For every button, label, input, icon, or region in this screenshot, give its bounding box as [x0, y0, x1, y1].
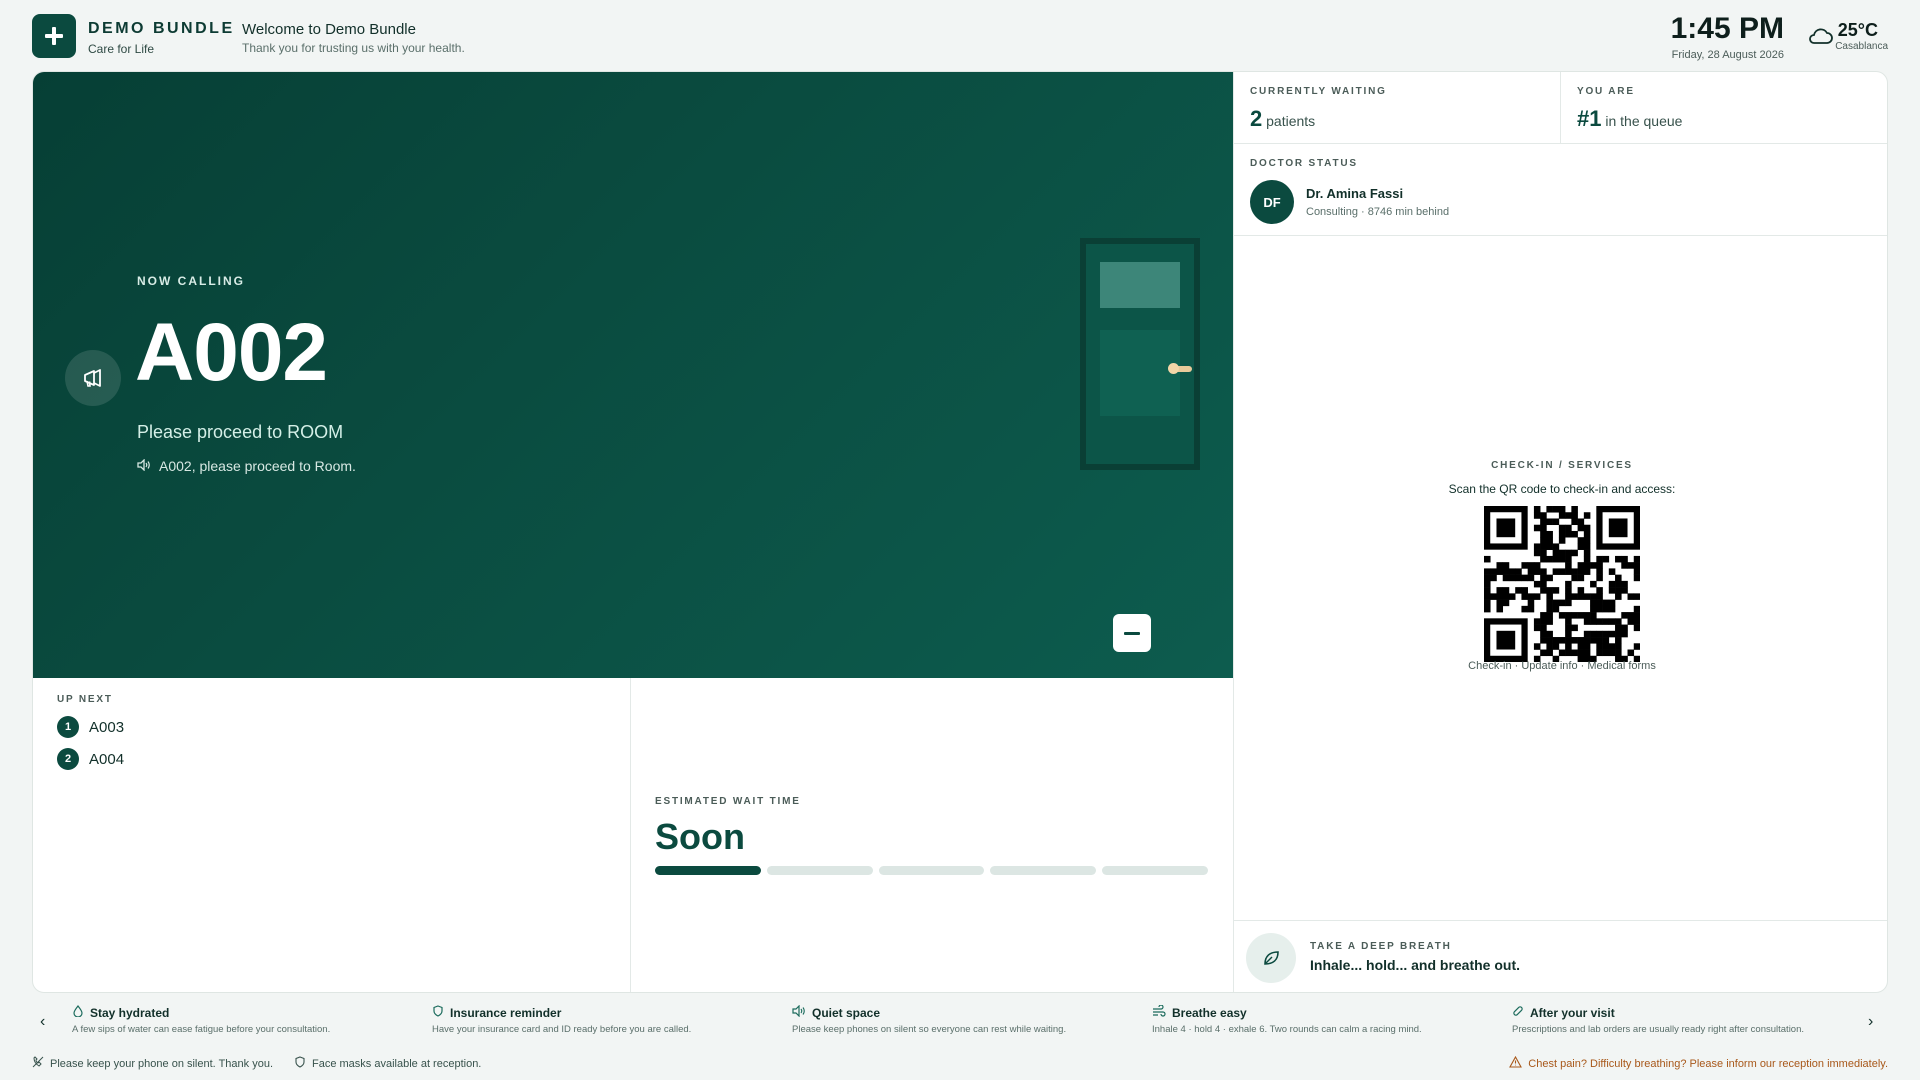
- tip-text: Have your insurance card and ID ready be…: [432, 1024, 692, 1035]
- queue-position: #1: [1577, 106, 1602, 131]
- qr-code-icon[interactable]: [1484, 506, 1640, 662]
- wait-time-panel: ESTIMATED WAIT TIME Soon: [631, 678, 1233, 992]
- phone-notice: Please keep your phone on silent. Thank …: [32, 1056, 273, 1071]
- tip-text: Please keep phones on silent so everyone…: [792, 1024, 1067, 1035]
- room-instruction: Please proceed to ROOM: [137, 422, 344, 442]
- shield-icon: [294, 1056, 306, 1071]
- avatar: DF: [1250, 180, 1294, 224]
- waiting-count-box: CURRENTLY WAITING 2 patients: [1234, 72, 1561, 144]
- tip-text: Prescriptions and lab orders are usually…: [1512, 1024, 1805, 1035]
- waiting-unit: patients: [1266, 113, 1316, 129]
- temperature: 25°C: [1837, 20, 1878, 40]
- header: DEMO BUNDLE Care for Life Welcome to Dem…: [32, 12, 1888, 61]
- plus-logo-icon: [32, 14, 76, 58]
- wind-icon: [1152, 1004, 1166, 1020]
- tip-title: Insurance reminder: [450, 1005, 562, 1020]
- tip-title: Quiet space: [812, 1005, 881, 1020]
- tip-title: After your visit: [1530, 1005, 1615, 1020]
- wait-progress-segment: [878, 866, 985, 875]
- info-column: CURRENTLY WAITING 2 patients YOU ARE #1 …: [1233, 72, 1887, 992]
- tip-item: Quiet space Please keep phones on silent…: [792, 1004, 1132, 1035]
- waiting-label: CURRENTLY WAITING: [1250, 86, 1387, 97]
- date: Friday, 28 August 2026: [1671, 49, 1784, 61]
- welcome-subtitle: Thank you for trusting us with your heal…: [242, 41, 465, 55]
- position-value: #1 in the queue: [1577, 106, 1682, 132]
- position-badge: 1: [57, 716, 79, 738]
- chevron-left-icon[interactable]: ‹: [40, 1013, 45, 1031]
- wait-progress-segment: [766, 866, 873, 875]
- position-badge: 2: [57, 748, 79, 770]
- city: Casablanca: [1835, 41, 1888, 52]
- wait-progress-segment: [1102, 866, 1208, 875]
- tip-title: Stay hydrated: [90, 1005, 170, 1020]
- waiting-count: 2: [1250, 106, 1263, 131]
- brand-name: DEMO BUNDLE: [88, 20, 235, 37]
- tips-carousel: ‹ Stay hydrated A few sips of water can …: [32, 1003, 1888, 1043]
- queue-position-box: YOU ARE #1 in the queue: [1561, 72, 1887, 144]
- waiting-value: 2 patients: [1250, 106, 1315, 132]
- checkin-box: CHECK-IN / SERVICES Scan the QR code to …: [1234, 236, 1887, 830]
- doctor-name: Dr. Amina Fassi: [1306, 186, 1404, 201]
- audio-text: A002, please proceed to Room.: [159, 458, 356, 474]
- cloud-icon: [1807, 26, 1833, 51]
- wait-time-value: Soon: [655, 816, 745, 857]
- tip-item: Insurance reminder Have your insurance c…: [432, 1005, 772, 1035]
- now-calling-label: NOW CALLING: [137, 274, 245, 288]
- warning-icon: [1509, 1055, 1523, 1071]
- silent-phone-icon: [32, 1056, 44, 1071]
- breath-label: TAKE A DEEP BREATH: [1310, 941, 1452, 952]
- mask-notice: Face masks available at reception.: [294, 1056, 481, 1071]
- wait-progress-segment: [655, 866, 761, 875]
- main-card: NOW CALLING A002 Please proceed to ROOM …: [32, 71, 1888, 993]
- door-illustration: [1080, 238, 1200, 470]
- tip-item: Breathe easy Inhale 4 · hold 4 · exhale …: [1152, 1004, 1492, 1035]
- list-item: 1 A003: [57, 716, 124, 738]
- tip-item: After your visit Prescriptions and lab o…: [1512, 1005, 1852, 1036]
- wait-progress: [655, 866, 1208, 875]
- clock: 1:45 PM: [1670, 12, 1784, 45]
- wait-progress-segment: [990, 866, 1097, 875]
- speaker-icon: [792, 1004, 806, 1020]
- doctor-status-box: DOCTOR STATUS DF Dr. Amina Fassi Consult…: [1234, 144, 1887, 236]
- leaf-icon: [1246, 933, 1296, 983]
- ticket-number: A003: [89, 718, 125, 736]
- now-calling-number: A002: [135, 307, 328, 398]
- water-drop-icon: [72, 1005, 84, 1020]
- shield-icon: [432, 1005, 444, 1020]
- tip-text: A few sips of water can ease fatigue bef…: [72, 1024, 331, 1035]
- emergency-notice: Chest pain? Difficulty breathing? Please…: [1509, 1055, 1888, 1071]
- checkin-subtitle: Scan the QR code to check-in and access:: [1448, 482, 1676, 496]
- speaker-icon: [137, 458, 151, 474]
- mask-notice-text: Face masks available at reception.: [312, 1057, 482, 1070]
- ticket-number: A004: [89, 750, 125, 768]
- up-next-panel: UP NEXT 1 A003 2 A004: [33, 678, 631, 992]
- breath-text: Inhale... hold... and breathe out.: [1310, 957, 1521, 973]
- chevron-right-icon[interactable]: ›: [1868, 1013, 1873, 1031]
- breath-box: TAKE A DEEP BREATH Inhale... hold... and…: [1234, 920, 1887, 992]
- position-unit: in the queue: [1605, 113, 1683, 129]
- checkin-links: Check-in · Update info · Medical forms: [1468, 660, 1656, 672]
- pill-icon: [1512, 1005, 1524, 1020]
- phone-notice-text: Please keep your phone on silent. Thank …: [50, 1057, 274, 1070]
- up-next-label: UP NEXT: [57, 694, 113, 705]
- welcome-title: Welcome to Demo Bundle: [242, 21, 416, 38]
- minimize-button[interactable]: [1113, 614, 1151, 652]
- megaphone-icon: [65, 350, 121, 406]
- wait-time-label: ESTIMATED WAIT TIME: [655, 796, 801, 807]
- doctor-status-label: DOCTOR STATUS: [1250, 158, 1358, 169]
- list-item: 2 A004: [57, 748, 124, 770]
- checkin-label: CHECK-IN / SERVICES: [1491, 460, 1633, 471]
- tip-item: Stay hydrated A few sips of water can ea…: [72, 1005, 412, 1035]
- emergency-notice-text: Chest pain? Difficulty breathing? Please…: [1528, 1057, 1888, 1070]
- tip-title: Breathe easy: [1172, 1005, 1247, 1020]
- minus-icon: [1124, 631, 1140, 635]
- audio-announcement: A002, please proceed to Room.: [137, 458, 356, 474]
- doctor-status: Consulting · 8746 min behind: [1306, 206, 1450, 218]
- brand-tagline: Care for Life: [88, 42, 155, 56]
- tip-text: Inhale 4 · hold 4 · exhale 6. Two rounds…: [1152, 1024, 1422, 1035]
- now-calling-panel: NOW CALLING A002 Please proceed to ROOM …: [33, 72, 1233, 678]
- footer: Please keep your phone on silent. Thank …: [32, 1055, 1888, 1072]
- position-label: YOU ARE: [1577, 86, 1635, 97]
